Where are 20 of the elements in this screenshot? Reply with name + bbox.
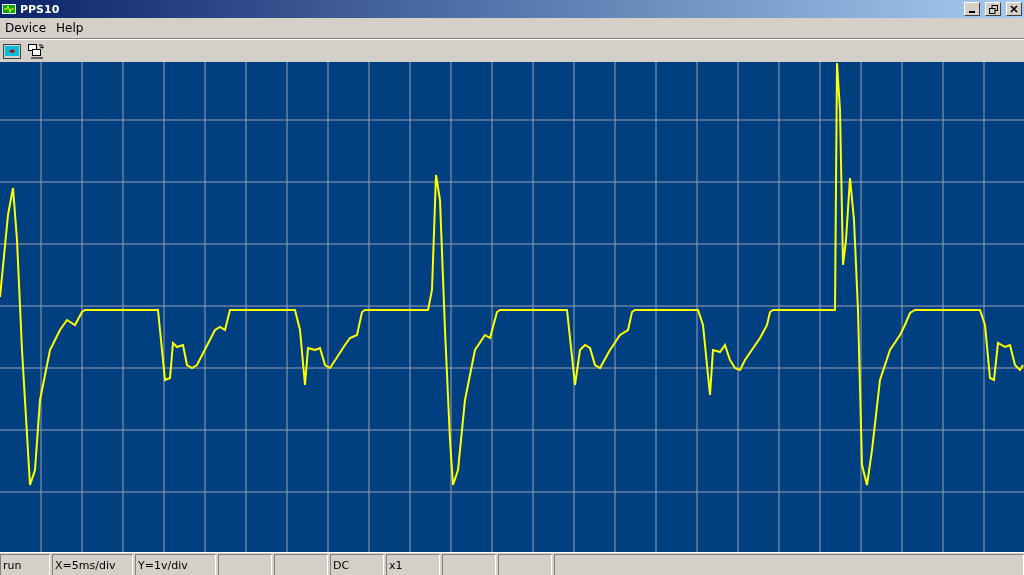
status-panel [442, 554, 496, 575]
restore-icon [988, 4, 998, 14]
status-panel: x1 [386, 554, 440, 575]
status-panel: Y=1v/div [135, 554, 216, 575]
network-icon[interactable] [27, 42, 45, 60]
status-panel [498, 554, 552, 575]
status-panel [274, 554, 328, 575]
menu-item[interactable]: Help [51, 21, 89, 35]
minimize-button[interactable] [964, 2, 980, 16]
oscilloscope-icon [2, 4, 16, 14]
status-panel: run [0, 554, 50, 575]
close-icon [1010, 5, 1018, 13]
menu-item[interactable]: Device [0, 21, 52, 35]
status-panel: DC [330, 554, 384, 575]
window-title: PPS10 [20, 2, 60, 16]
close-button[interactable] [1006, 2, 1022, 16]
status-panel: X=5ms/div [52, 554, 133, 575]
restore-button[interactable] [985, 2, 1001, 16]
monitor-icon[interactable] [3, 43, 21, 59]
status-panel [218, 554, 272, 575]
